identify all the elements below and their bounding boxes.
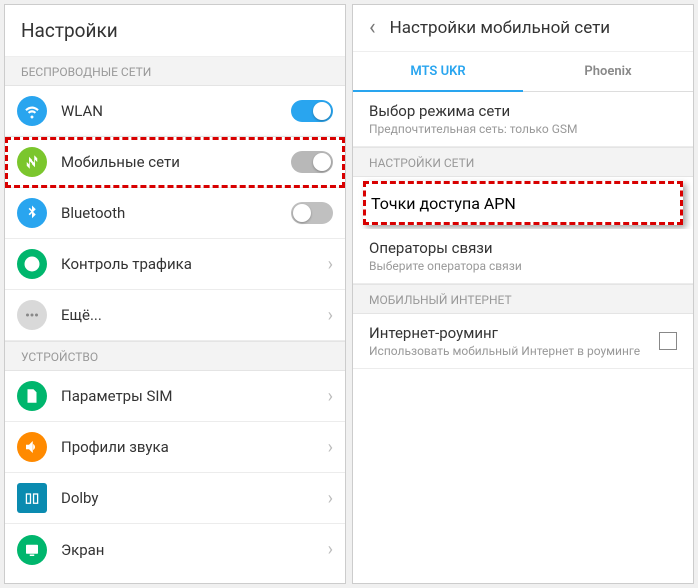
dolby-label: Dolby (61, 489, 328, 507)
network-mode-sub: Предпочтительная сеть: только GSM (369, 122, 677, 136)
mobile-networks-toggle[interactable] (291, 151, 333, 173)
bluetooth-toggle[interactable] (291, 202, 333, 224)
section-mobile-internet: МОБИЛЬНЫЙ ИНТЕРНЕТ (353, 284, 693, 314)
apn-label: Точки доступа APN (371, 194, 516, 213)
wlan-toggle[interactable] (291, 100, 333, 122)
dolby-row[interactable]: ▯▯ Dolby › (5, 473, 345, 524)
network-mode-row[interactable]: Выбор режима сети Предпочтительная сеть:… (353, 92, 693, 147)
roaming-checkbox[interactable] (659, 332, 677, 350)
sim-row[interactable]: Параметры SIM › (5, 371, 345, 422)
bluetooth-icon (17, 198, 47, 228)
section-device: УСТРОЙСТВО (5, 341, 345, 371)
chevron-right-icon: › (328, 254, 333, 275)
wifi-icon (17, 96, 47, 126)
display-label: Экран (61, 541, 328, 559)
bluetooth-label: Bluetooth (61, 204, 291, 222)
display-icon (17, 535, 47, 565)
roaming-row[interactable]: Интернет-роуминг Использовать мобильный … (353, 314, 693, 369)
header: ‹ Настройки мобильной сети (353, 5, 693, 52)
operators-sub: Выберите оператора связи (369, 259, 677, 273)
sim-label: Параметры SIM (61, 387, 328, 405)
section-wireless: БЕСПРОВОДНЫЕ СЕТИ (5, 57, 345, 86)
apn-row[interactable]: Точки доступа APN (363, 181, 683, 225)
network-mode-label: Выбор режима сети (369, 102, 677, 120)
chevron-right-icon: › (328, 488, 333, 509)
chevron-right-icon: › (328, 386, 333, 407)
sim-icon (17, 381, 47, 411)
traffic-label: Контроль трафика (61, 255, 328, 273)
more-label: Ещё... (61, 306, 328, 324)
page-title: Настройки (5, 5, 345, 57)
chevron-right-icon: › (328, 305, 333, 326)
settings-screen: Настройки БЕСПРОВОДНЫЕ СЕТИ WLAN Мобильн… (4, 4, 346, 584)
chevron-right-icon: › (328, 437, 333, 458)
mobile-networks-label: Мобильные сети (61, 153, 291, 171)
dolby-icon: ▯▯ (17, 483, 47, 513)
sound-icon (17, 432, 47, 462)
operators-row[interactable]: Операторы связи Выберите оператора связи (353, 229, 693, 284)
chevron-right-icon: › (328, 539, 333, 560)
tab-phoenix[interactable]: Phoenix (523, 52, 693, 91)
roaming-sub: Использовать мобильный Интернет в роумин… (369, 344, 645, 358)
section-network-settings: НАСТРОЙКИ СЕТИ (353, 147, 693, 177)
bluetooth-row[interactable]: Bluetooth (5, 188, 345, 239)
operators-label: Операторы связи (369, 239, 677, 257)
mobile-data-icon (17, 147, 47, 177)
more-row[interactable]: Ещё... › (5, 290, 345, 341)
sound-label: Профили звука (61, 438, 328, 456)
display-row[interactable]: Экран › (5, 524, 345, 575)
traffic-row[interactable]: Контроль трафика › (5, 239, 345, 290)
mobile-networks-row[interactable]: Мобильные сети (5, 137, 345, 188)
tab-mts-ukr[interactable]: MTS UKR (353, 52, 523, 91)
more-icon (17, 300, 47, 330)
roaming-label: Интернет-роуминг (369, 324, 645, 342)
page-title: Настройки мобильной сети (390, 18, 611, 38)
wlan-row[interactable]: WLAN (5, 86, 345, 137)
traffic-icon (17, 249, 47, 279)
mobile-network-screen: ‹ Настройки мобильной сети MTS UKR Phoen… (352, 4, 694, 584)
sound-row[interactable]: Профили звука › (5, 422, 345, 473)
back-button[interactable]: ‹ (369, 17, 376, 39)
sim-tabs: MTS UKR Phoenix (353, 52, 693, 92)
wlan-label: WLAN (61, 102, 291, 120)
